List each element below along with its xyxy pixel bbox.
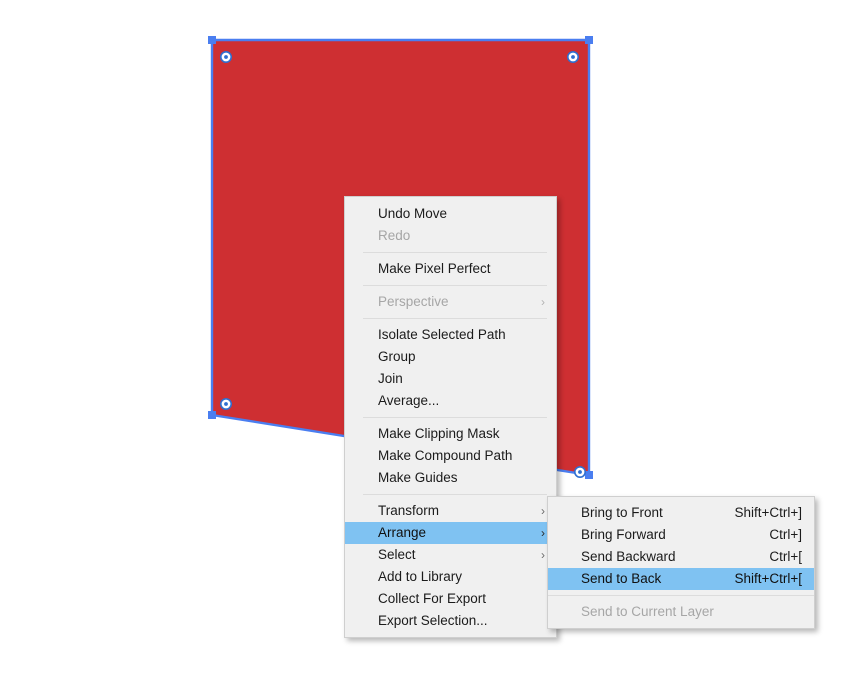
menu-item-arrange[interactable]: Arrange › — [345, 522, 556, 544]
menu-item-group[interactable]: Group — [345, 346, 556, 368]
menu-item-label: Join — [378, 371, 403, 386]
chevron-right-icon: › — [541, 504, 545, 518]
menu-item-label: Send to Current Layer — [581, 604, 714, 619]
menu-separator — [363, 285, 547, 286]
chevron-right-icon: › — [541, 526, 545, 540]
menu-item-send-backward[interactable]: Send Backward Ctrl+[ — [548, 546, 814, 568]
menu-item-label: Make Guides — [378, 470, 458, 485]
menu-separator — [363, 494, 547, 495]
menu-item-label: Collect For Export — [378, 591, 487, 606]
menu-item-select[interactable]: Select › — [345, 544, 556, 566]
menu-item-label: Make Clipping Mask — [378, 426, 500, 441]
menu-separator — [363, 318, 547, 319]
menu-item-bring-to-front[interactable]: Bring to Front Shift+Ctrl+] — [548, 502, 814, 524]
menu-item-join[interactable]: Join — [345, 368, 556, 390]
chevron-right-icon: › — [541, 295, 545, 309]
menu-item-label: Perspective — [378, 294, 449, 309]
anchor-point-bottom-right[interactable] — [573, 465, 586, 478]
bbox-handle-top-left[interactable] — [208, 36, 216, 44]
menu-item-make-guides[interactable]: Make Guides — [345, 467, 556, 489]
anchor-point-top-right[interactable] — [566, 50, 579, 63]
chevron-right-icon: › — [541, 548, 545, 562]
menu-item-shortcut: Shift+Ctrl+] — [734, 505, 802, 520]
menu-item-make-compound-path[interactable]: Make Compound Path — [345, 445, 556, 467]
menu-item-make-pixel-perfect[interactable]: Make Pixel Perfect — [345, 258, 556, 280]
menu-item-label: Make Pixel Perfect — [378, 261, 491, 276]
menu-item-bring-forward[interactable]: Bring Forward Ctrl+] — [548, 524, 814, 546]
menu-item-label: Send to Back — [581, 571, 662, 586]
menu-separator — [363, 417, 547, 418]
menu-item-undo-move[interactable]: Undo Move — [345, 203, 556, 225]
menu-item-average[interactable]: Average... — [345, 390, 556, 412]
menu-item-label: Make Compound Path — [378, 448, 513, 463]
menu-item-add-to-library[interactable]: Add to Library — [345, 566, 556, 588]
menu-item-label: Undo Move — [378, 206, 448, 221]
menu-item-export-selection[interactable]: Export Selection... — [345, 610, 556, 632]
menu-item-make-clipping-mask[interactable]: Make Clipping Mask — [345, 423, 556, 445]
menu-item-label: Select — [378, 547, 416, 562]
menu-item-label: Group — [378, 349, 416, 364]
menu-item-collect-for-export[interactable]: Collect For Export — [345, 588, 556, 610]
menu-separator — [548, 595, 814, 596]
menu-item-redo: Redo — [345, 225, 556, 247]
menu-item-label: Isolate Selected Path — [378, 327, 506, 342]
menu-item-label: Bring Forward — [581, 527, 666, 542]
menu-separator — [363, 252, 547, 253]
menu-item-label: Redo — [378, 228, 411, 243]
menu-item-label: Add to Library — [378, 569, 463, 584]
menu-item-shortcut: Ctrl+] — [769, 527, 802, 542]
menu-item-transform[interactable]: Transform › — [345, 500, 556, 522]
canvas-context-menu[interactable]: Undo Move Redo Make Pixel Perfect Perspecti… — [344, 196, 557, 638]
anchor-point-bottom-left[interactable] — [220, 397, 233, 410]
menu-item-shortcut: Ctrl+[ — [769, 549, 802, 564]
menu-item-label: Send Backward — [581, 549, 676, 564]
bbox-handle-bottom-left[interactable] — [208, 411, 216, 419]
bbox-handle-top-right[interactable] — [585, 36, 593, 44]
menu-item-perspective: Perspective › — [345, 291, 556, 313]
arrange-submenu[interactable]: Bring to Front Shift+Ctrl+] Bring Forward C… — [547, 496, 815, 629]
bbox-handle-bottom-right[interactable] — [585, 471, 593, 479]
menu-item-send-to-current-layer: Send to Current Layer — [548, 601, 814, 623]
menu-item-send-to-back[interactable]: Send to Back Shift+Ctrl+[ — [548, 568, 814, 590]
menu-item-label: Arrange — [378, 525, 427, 540]
menu-item-label: Export Selection... — [378, 613, 488, 628]
editor-canvas[interactable]: Undo Move Redo Make Pixel Perfect Perspecti… — [0, 0, 850, 683]
menu-item-isolate-selected-path[interactable]: Isolate Selected Path — [345, 324, 556, 346]
menu-item-label: Bring to Front — [581, 505, 663, 520]
menu-item-label: Average... — [378, 393, 440, 408]
anchor-point-top-left[interactable] — [220, 50, 233, 63]
menu-item-shortcut: Shift+Ctrl+[ — [734, 571, 802, 586]
menu-item-label: Transform — [378, 503, 440, 518]
